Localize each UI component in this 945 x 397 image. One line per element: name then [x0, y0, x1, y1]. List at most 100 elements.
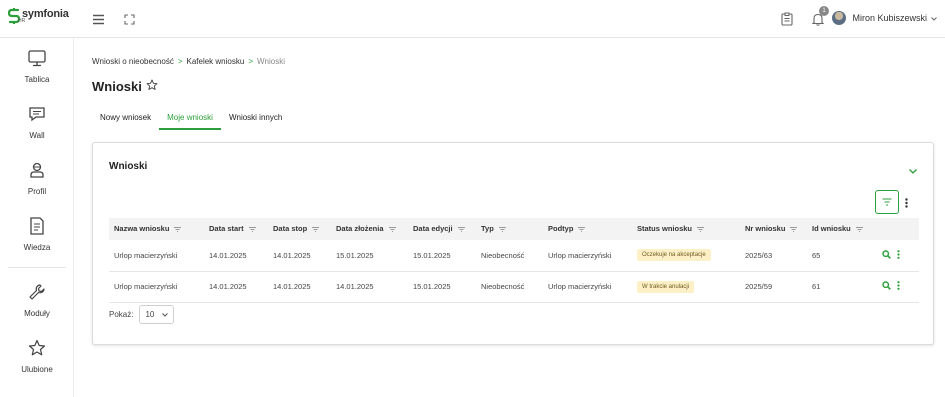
cell-subtype: Urlop macierzyński [543, 240, 632, 272]
cell-stop: 14.01.2025 [268, 271, 331, 303]
cell-submitted: 15.01.2025 [331, 240, 408, 272]
sidebar-item-label: Tablica [24, 75, 50, 84]
cell-actions [877, 271, 919, 303]
clipboard-icon[interactable] [779, 11, 795, 27]
logo-subtitle: HR [18, 18, 26, 24]
user-menu[interactable]: Miron Kubiszewski [832, 11, 937, 25]
actions-header [877, 218, 919, 240]
column-header[interactable]: Id wniosku [807, 218, 877, 240]
cell-start: 14.01.2025 [204, 271, 268, 303]
tabs: Nowy wniosek Moje wnioski Wnioski innych [92, 106, 290, 130]
sort-icon [697, 225, 705, 234]
filter-button[interactable] [875, 190, 899, 214]
cell-nr: 2025/63 [740, 240, 807, 272]
sidebar-item-label: Wiedza [23, 243, 51, 252]
wrench-icon [0, 281, 74, 303]
status-badge: W trakcie anulacji [637, 280, 695, 293]
cell-status: Oczekuje na akceptacje [632, 240, 740, 272]
profile-icon [0, 159, 74, 181]
page-title: Wnioski [92, 79, 142, 94]
sort-icon [388, 225, 396, 234]
column-header[interactable]: Nazwa wniosku [109, 218, 204, 240]
sort-icon [578, 225, 586, 234]
cell-nr: 2025/59 [740, 271, 807, 303]
page-size-select[interactable]: 10 [139, 305, 175, 324]
column-header[interactable]: Data edycji [408, 218, 476, 240]
sidebar-item-moduly[interactable]: Moduły [0, 281, 74, 318]
favorite-star-icon[interactable] [146, 79, 158, 94]
cell-type: Nieobecność [476, 240, 543, 272]
cell-start: 14.01.2025 [204, 240, 268, 272]
breadcrumb-separator: > [177, 57, 183, 66]
breadcrumb-separator: > [248, 57, 253, 66]
column-header[interactable]: Typ [476, 218, 543, 240]
table-row[interactable]: Urlop macierzyński 14.01.2025 14.01.2025… [109, 240, 919, 272]
chat-icon [0, 103, 74, 125]
column-header[interactable]: Nr wniosku [740, 218, 807, 240]
column-header[interactable]: Status wniosku [632, 218, 740, 240]
logo-text: symfonia [22, 8, 69, 20]
status-badge: Oczekuje na akceptacje [637, 249, 711, 262]
card-title: Wnioski [109, 161, 148, 172]
breadcrumb-current: Wnioski [256, 57, 285, 66]
requests-table: Nazwa wniosku Data start Data stop Data … [109, 218, 919, 303]
breadcrumb: Wnioski o nieobecność > Kafelek wniosku > Wn… [92, 57, 285, 66]
star-icon [0, 337, 74, 359]
top-bar: symfonia HR 1 Miron Kubiszewski [0, 0, 945, 38]
chevron-down-icon [162, 310, 169, 319]
chevron-down-icon [931, 13, 937, 23]
sidebar: Tablica Wall Profil Wiedza Moduły Ulubio… [0, 38, 74, 397]
sort-icon [855, 225, 863, 234]
table-header-row: Nazwa wniosku Data start Data stop Data … [109, 218, 919, 240]
avatar [832, 11, 847, 25]
cell-id: 65 [807, 240, 877, 272]
cell-status: W trakcie anulacji [632, 271, 740, 303]
tab-moje-wnioski[interactable]: Moje wnioski [159, 106, 221, 130]
notification-badge: 1 [819, 6, 829, 16]
user-name: Miron Kubiszewski [852, 13, 927, 23]
sidebar-item-label: Ulubione [21, 365, 53, 374]
more-options-icon[interactable] [905, 195, 908, 213]
column-header[interactable]: Data start [204, 218, 268, 240]
sort-icon [457, 225, 465, 234]
sidebar-item-tablica[interactable]: Tablica [0, 47, 74, 84]
breadcrumb-item[interactable]: Wnioski o nieobecność [92, 57, 174, 66]
cell-id: 61 [807, 271, 877, 303]
cell-subtype: Urlop macierzyński [543, 271, 632, 303]
sidebar-item-ulubione[interactable]: Ulubione [0, 337, 74, 374]
collapse-chevron-icon[interactable] [909, 161, 917, 179]
page-size-value: 10 [145, 310, 155, 319]
sidebar-item-profil[interactable]: Profil [0, 159, 74, 196]
table-row[interactable]: Urlop macierzyński 14.01.2025 14.01.2025… [109, 271, 919, 303]
cell-edited: 15.01.2025 [408, 240, 476, 272]
sidebar-item-wall[interactable]: Wall [0, 103, 74, 140]
cell-name: Urlop macierzyński [109, 271, 204, 303]
cell-name: Urlop macierzyński [109, 240, 204, 272]
column-header[interactable]: Data stop [268, 218, 331, 240]
row-menu-icon[interactable] [897, 281, 900, 292]
column-header[interactable]: Data złożenia [331, 218, 408, 240]
filter-icon [882, 193, 892, 211]
cell-type: Nieobecność [476, 271, 543, 303]
menu-icon[interactable] [90, 11, 106, 27]
row-menu-icon[interactable] [897, 249, 900, 261]
breadcrumb-item[interactable]: Kafelek wniosku [187, 57, 245, 66]
cell-actions [877, 240, 919, 272]
sort-icon [498, 225, 506, 234]
tab-wnioski-innych[interactable]: Wnioski innych [221, 106, 290, 130]
search-icon[interactable] [882, 250, 891, 261]
document-icon [0, 215, 74, 237]
sort-icon [312, 225, 320, 234]
sidebar-item-wiedza[interactable]: Wiedza [0, 215, 74, 252]
search-icon[interactable] [882, 281, 891, 292]
cell-submitted: 14.01.2025 [331, 271, 408, 303]
sidebar-item-label: Wall [29, 131, 45, 140]
sidebar-divider [8, 267, 66, 268]
tab-nowy-wniosek[interactable]: Nowy wniosek [92, 106, 159, 130]
sidebar-item-label: Profil [27, 187, 47, 196]
page-title-row: Wnioski [92, 79, 158, 94]
sort-icon [174, 225, 182, 234]
sort-icon [248, 225, 256, 234]
fullscreen-icon[interactable] [121, 11, 137, 27]
column-header[interactable]: Podtyp [543, 218, 632, 240]
